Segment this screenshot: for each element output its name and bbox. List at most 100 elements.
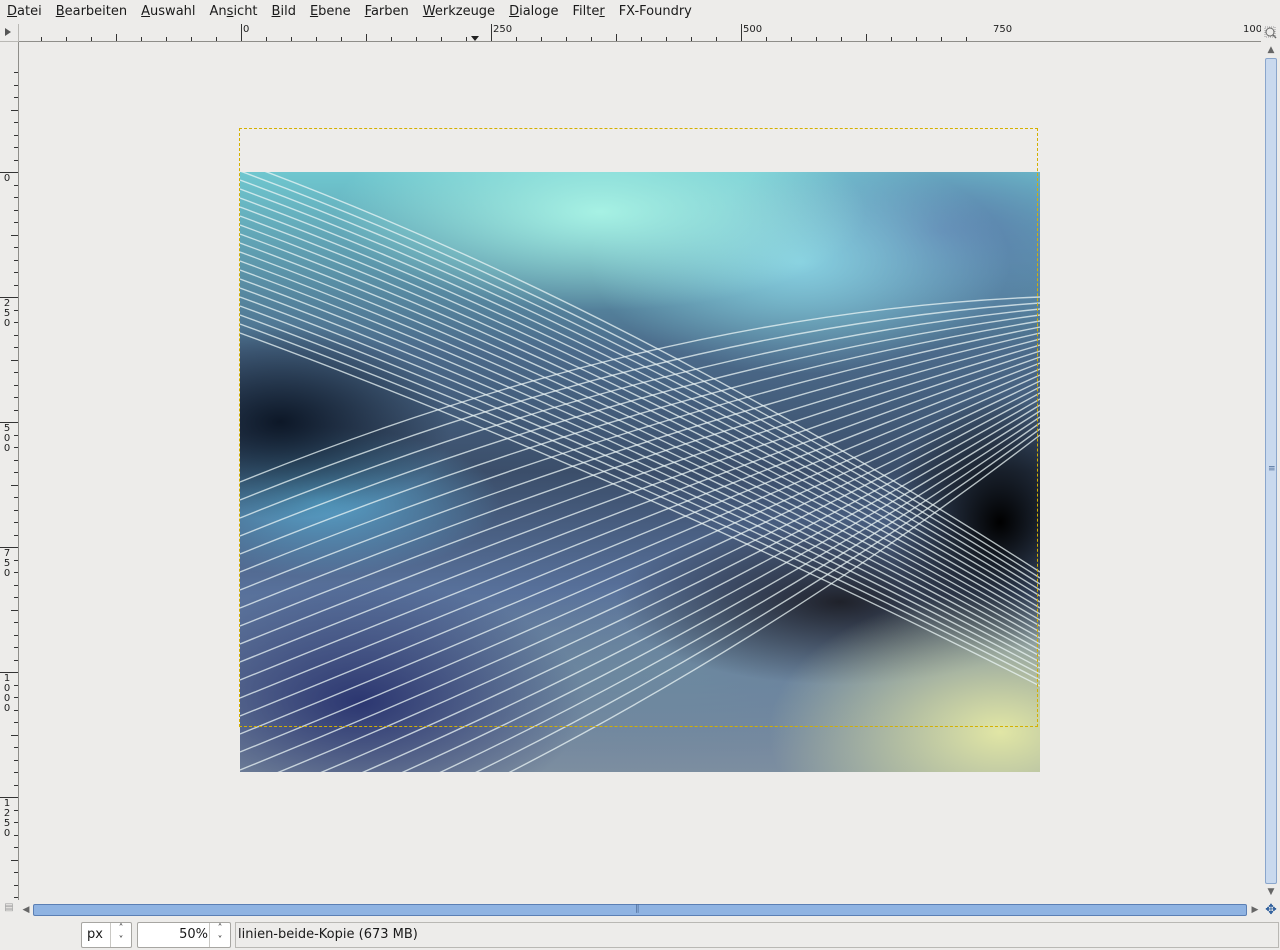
pattern-line xyxy=(240,242,1040,627)
menu-item-ansicht[interactable]: Ansicht xyxy=(203,0,265,23)
ruler-tick xyxy=(14,247,18,248)
ruler-tick xyxy=(591,37,592,41)
ruler-tick xyxy=(691,37,692,41)
zoom-fit-toggle[interactable] xyxy=(1262,24,1280,41)
navigate-button[interactable]: ✥ xyxy=(1262,902,1280,918)
ruler-tick xyxy=(366,34,367,41)
menu-item-filter[interactable]: Filter xyxy=(565,0,611,23)
ruler-tick xyxy=(14,572,18,573)
ruler-tick xyxy=(14,72,18,73)
pattern-line xyxy=(240,251,1040,633)
menu-mnemonic: s xyxy=(226,4,234,19)
unit-value: px xyxy=(87,927,103,942)
ruler-label: 0 xyxy=(3,173,11,184)
ruler-tick xyxy=(14,847,18,848)
vertical-scrollbar[interactable]: ▲ ≡ ▼ xyxy=(1262,42,1280,900)
scroll-up-icon[interactable]: ▲ xyxy=(1265,43,1277,57)
horizontal-scrollbar[interactable]: ◀ ∥ ▶ xyxy=(19,902,1262,918)
ruler-tick xyxy=(14,147,18,148)
horizontal-scroll-thumb[interactable] xyxy=(33,904,1247,916)
ruler-tick xyxy=(11,860,18,861)
ruler-tick xyxy=(14,335,18,336)
menu-item-bild[interactable]: Bild xyxy=(265,0,303,23)
ruler-tick xyxy=(341,37,342,41)
ruler-tick xyxy=(14,510,18,511)
quick-mask-toggle[interactable]: ▤ xyxy=(0,902,18,918)
line-pattern xyxy=(240,172,1040,772)
ruler-tick xyxy=(14,810,18,811)
ruler-label: 1000 xyxy=(3,673,11,714)
zoom-fit-icon xyxy=(1264,26,1277,39)
menu-item-ebene[interactable]: Ebene xyxy=(303,0,358,23)
ruler-tick xyxy=(14,660,18,661)
ruler-tick xyxy=(14,497,18,498)
ruler-tick xyxy=(166,37,167,41)
ruler-tick xyxy=(941,37,942,41)
ruler-tick xyxy=(466,37,467,41)
ruler-tick xyxy=(14,597,18,598)
image-canvas[interactable] xyxy=(19,42,1261,900)
ruler-tick xyxy=(14,160,18,161)
ruler-tick xyxy=(491,24,492,41)
ruler-tick xyxy=(616,34,617,41)
pattern-line xyxy=(320,404,1040,772)
ruler-label: 250 xyxy=(493,24,513,35)
menu-mnemonic: B xyxy=(271,4,281,19)
ruler-tick xyxy=(14,760,18,761)
unit-selector[interactable]: px ˄ ˅ xyxy=(81,922,132,948)
ruler-tick xyxy=(316,37,317,41)
ruler-tick xyxy=(541,37,542,41)
ruler-tick xyxy=(14,222,18,223)
ruler-tick xyxy=(14,535,18,536)
ruler-tick xyxy=(14,647,18,648)
menu-item-auswahl[interactable]: Auswahl xyxy=(134,0,202,23)
pattern-line xyxy=(240,386,1040,753)
ruler-tick xyxy=(14,460,18,461)
zoom-value: 50% xyxy=(179,927,208,942)
ruler-label: 0 xyxy=(243,24,250,35)
ruler-tick xyxy=(14,347,18,348)
pattern-line xyxy=(240,374,1040,717)
ruler-tick xyxy=(14,622,18,623)
ruler-tick xyxy=(141,37,142,41)
ruler-tick xyxy=(891,37,892,41)
menu-mnemonic: D xyxy=(7,4,18,19)
image-menu-button[interactable] xyxy=(0,24,19,42)
ruler-tick xyxy=(14,260,18,261)
ruler-tick xyxy=(14,785,18,786)
menu-mnemonic: F xyxy=(364,4,371,19)
menu-item-bearbeiten[interactable]: Bearbeiten xyxy=(49,0,134,23)
ruler-tick xyxy=(241,24,242,41)
menu-item-werkzeuge[interactable]: Werkzeuge xyxy=(416,0,502,23)
scroll-right-icon[interactable]: ▶ xyxy=(1249,903,1261,917)
ruler-tick xyxy=(191,37,192,41)
ruler-label: 500 xyxy=(3,423,11,454)
zoom-selector[interactable]: 50% ˄ ˅ xyxy=(137,922,231,948)
ruler-tick xyxy=(416,37,417,41)
menubar: Datei Bearbeiten Auswahl Ansicht Bild Ebene Fa… xyxy=(0,0,1280,23)
horizontal-ruler[interactable]: -25002505007501000125015001750200 xyxy=(19,24,1261,42)
ruler-tick xyxy=(14,372,18,373)
ruler-tick xyxy=(14,435,18,436)
ruler-tick xyxy=(11,360,18,361)
ruler-tick xyxy=(11,610,18,611)
ruler-tick xyxy=(14,747,18,748)
menu-item-fx-foundry[interactable]: FX-Foundry xyxy=(612,0,699,23)
ruler-tick xyxy=(14,772,18,773)
menu-item-datei[interactable]: Datei xyxy=(0,0,49,23)
chevron-updown-icon: ˄ ˅ xyxy=(209,923,230,947)
pattern-line xyxy=(240,368,1040,699)
ruler-tick xyxy=(11,485,18,486)
menu-item-dialoge[interactable]: Dialoge xyxy=(502,0,565,23)
vertical-ruler[interactable]: 250025050075010001250 xyxy=(0,42,19,900)
ruler-tick xyxy=(291,37,292,41)
menu-item-farben[interactable]: Farben xyxy=(358,0,416,23)
menu-triangle-icon xyxy=(5,28,11,36)
ruler-tick xyxy=(14,197,18,198)
scroll-left-icon[interactable]: ◀ xyxy=(20,903,32,917)
scroll-down-icon[interactable]: ▼ xyxy=(1265,885,1277,899)
ruler-tick xyxy=(14,710,18,711)
pattern-line xyxy=(401,416,1040,772)
ruler-tick xyxy=(14,822,18,823)
ruler-tick xyxy=(116,34,117,41)
